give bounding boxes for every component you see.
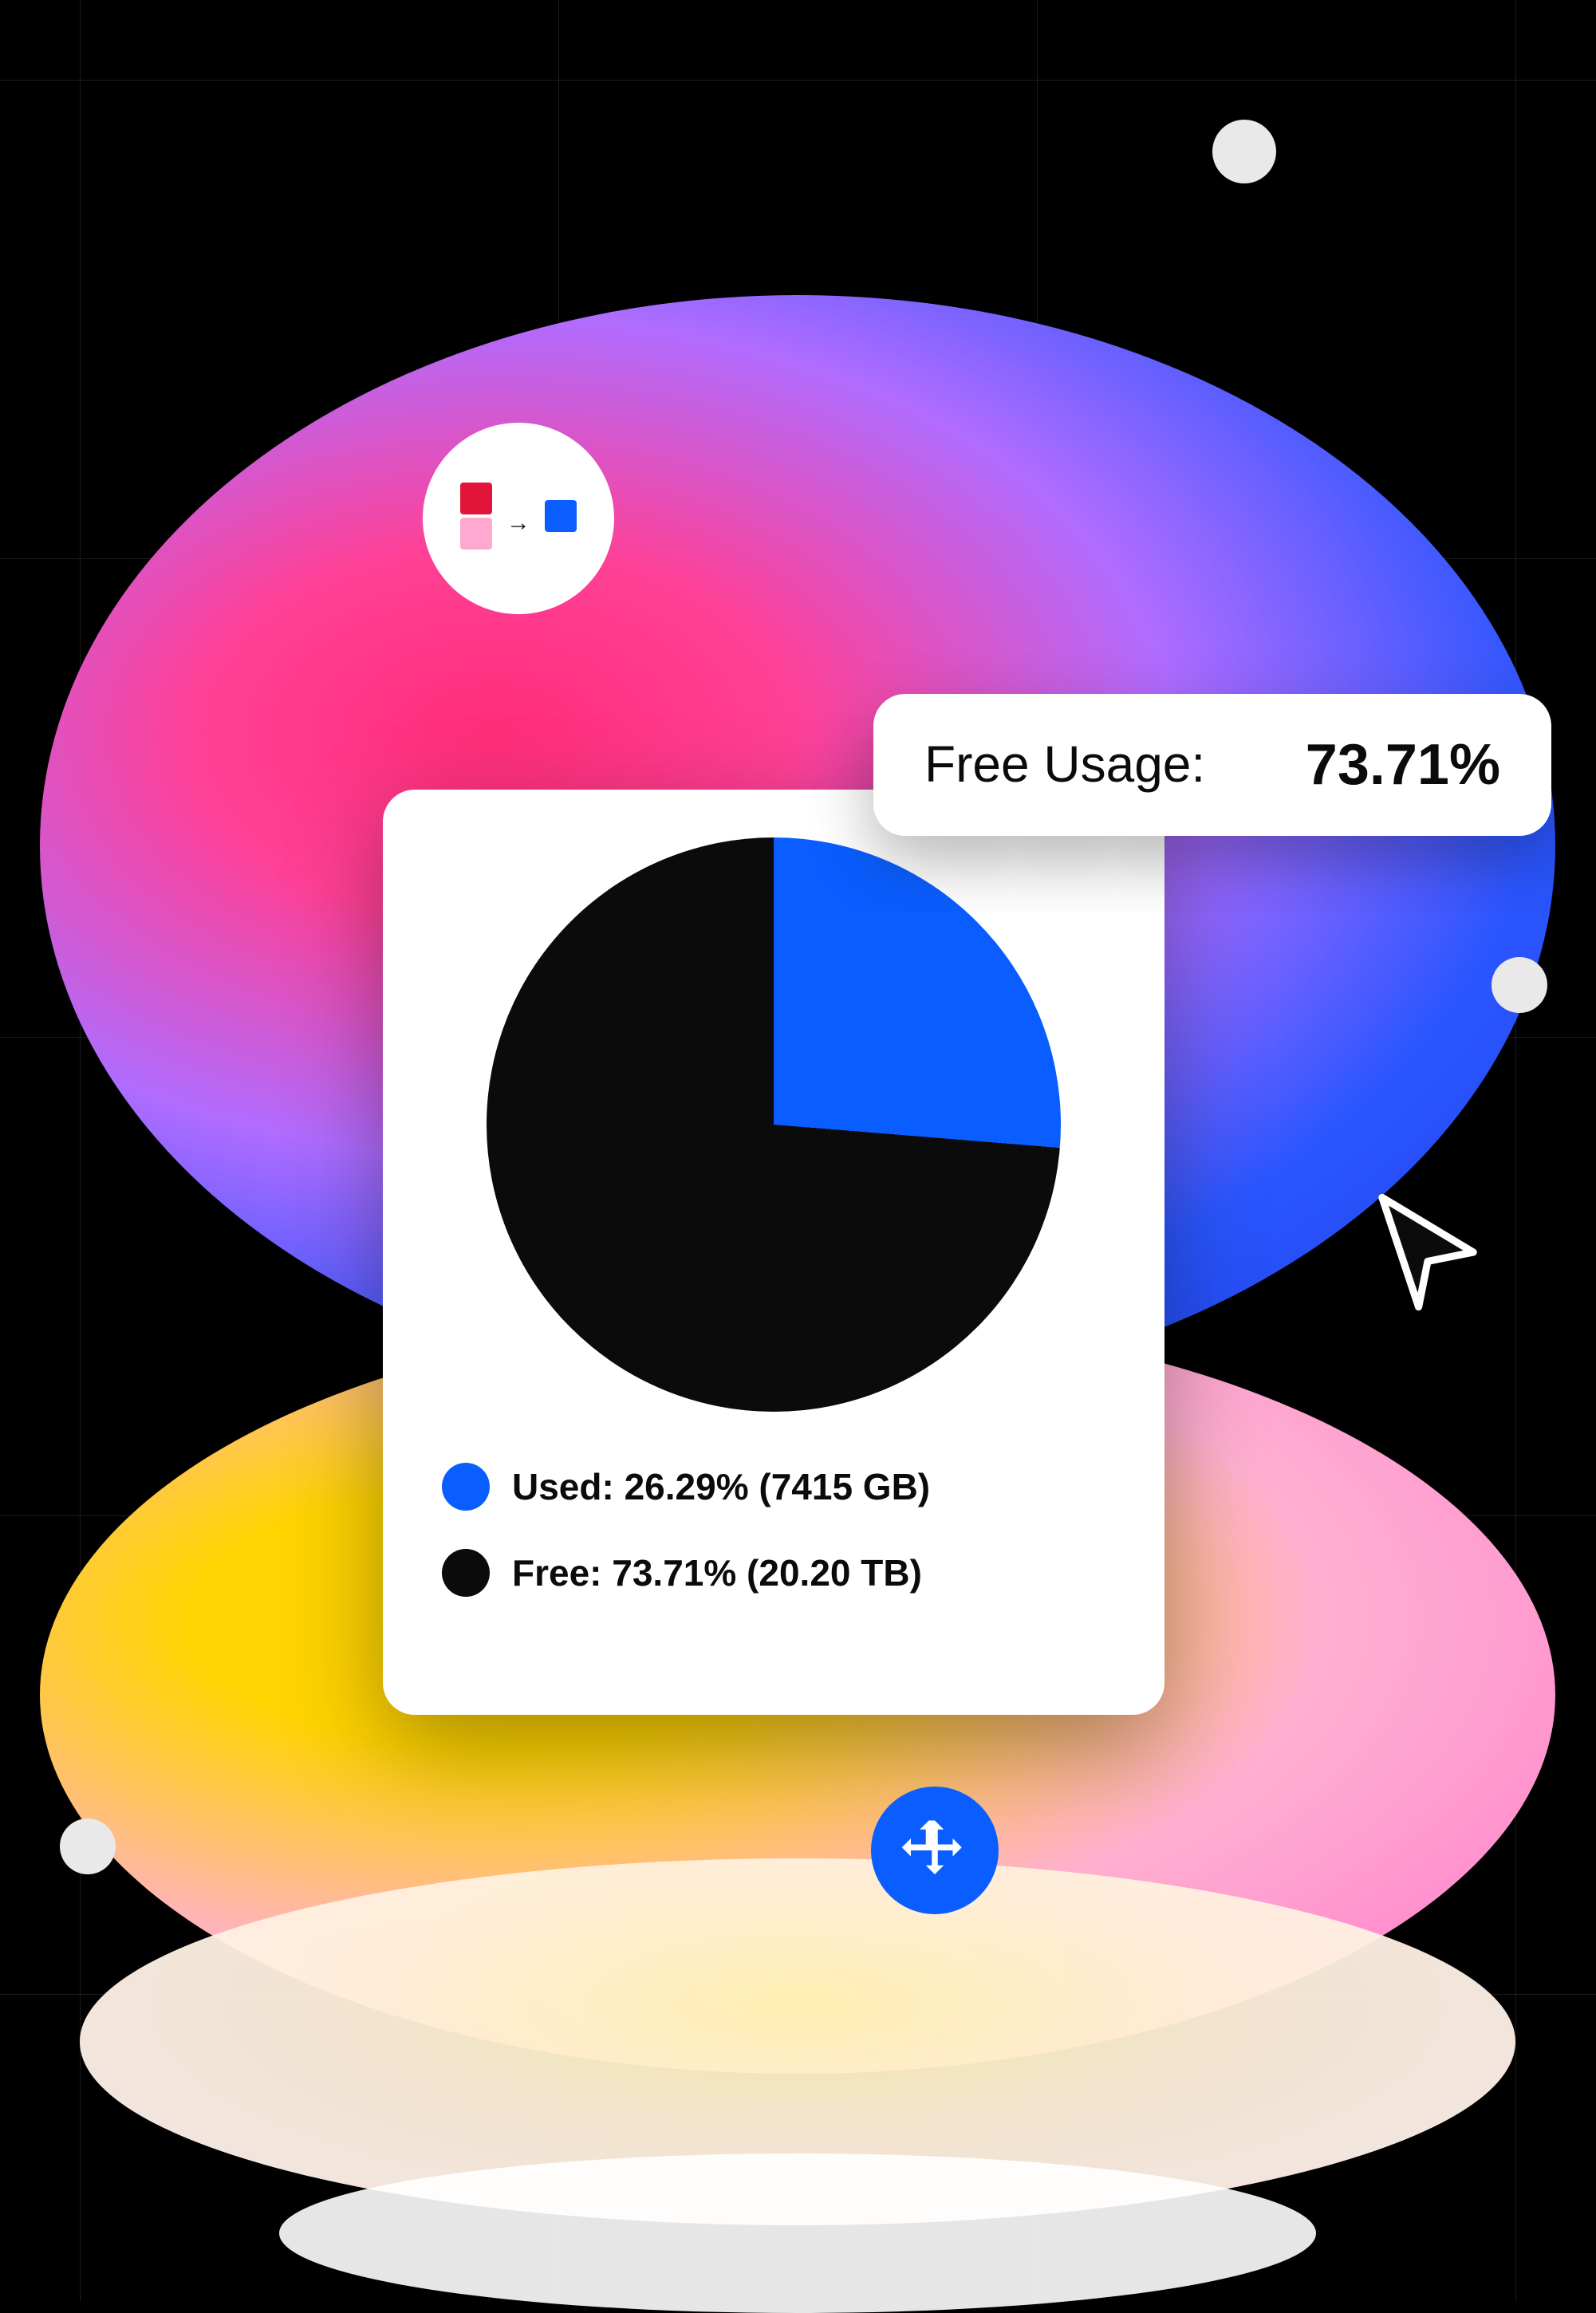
legend-item-free: Free: 73.71% (20.20 TB): [439, 1530, 1109, 1616]
legend-item-used: Used: 26.29% (7415 GB): [439, 1444, 1109, 1530]
chart-tooltip: Free Usage: 73.71%: [873, 694, 1551, 836]
square-blue-icon: [545, 500, 577, 532]
legend-swatch-used-icon: [442, 1463, 490, 1511]
legend-swatch-free-icon: [442, 1549, 490, 1597]
tooltip-label: Free Usage:: [924, 735, 1274, 794]
legend-label-used: Used: 26.29% (7415 GB): [512, 1465, 930, 1508]
arrow-right-icon: →: [506, 510, 530, 537]
decorative-dot: [1212, 120, 1276, 183]
move-icon: [899, 1815, 971, 1886]
tooltip-value: 73.71%: [1306, 732, 1500, 798]
decorative-dot: [60, 1818, 116, 1874]
legend-label-free: Free: 73.71% (20.20 TB): [512, 1551, 922, 1594]
move-handle[interactable]: [871, 1787, 999, 1914]
decorative-dot: [1492, 957, 1547, 1013]
storage-usage-card: Used: 26.29% (7415 GB) Free: 73.71% (20.…: [383, 790, 1164, 1715]
transition-badge: →: [423, 423, 614, 614]
square-pink-icon: [460, 518, 492, 550]
square-red-icon: [460, 483, 492, 514]
bg-ellipse-white-base: [279, 2153, 1316, 2313]
transition-icon: →: [459, 483, 578, 554]
cursor-pointer-icon: [1372, 1188, 1484, 1316]
storage-pie-chart[interactable]: [487, 837, 1061, 1412]
chart-legend: Used: 26.29% (7415 GB) Free: 73.71% (20.…: [439, 1444, 1109, 1616]
